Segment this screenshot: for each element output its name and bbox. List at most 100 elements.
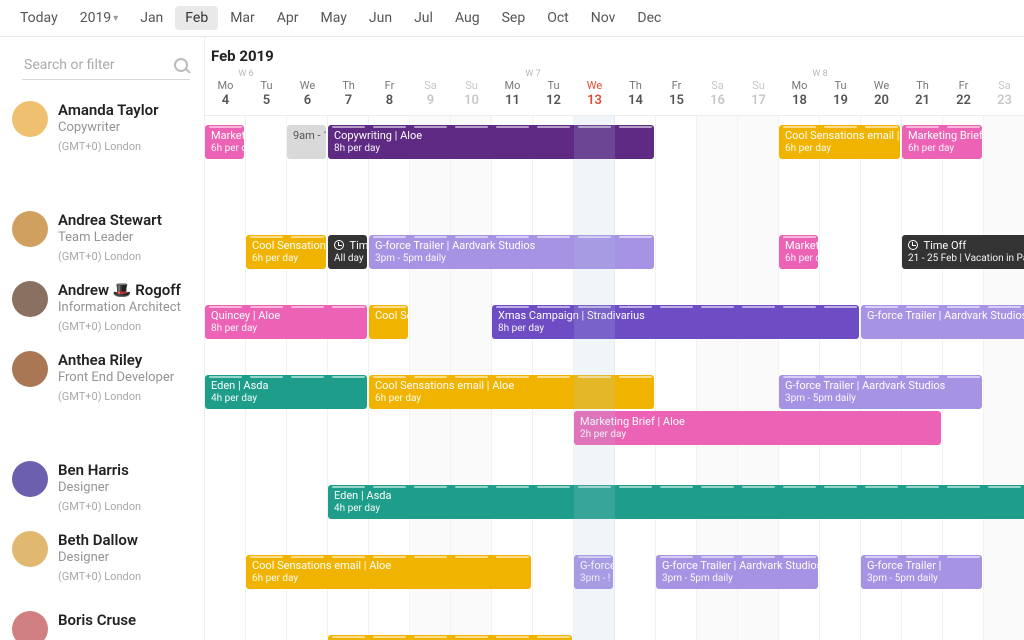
day-header[interactable]: Fr15 bbox=[656, 79, 697, 108]
people-list: Amanda TaylorCopywriter(GMT+0) LondonAnd… bbox=[0, 91, 204, 640]
day-header[interactable]: Sa9 bbox=[410, 79, 451, 108]
task-bar[interactable]: Cool Sensations email | A6h per day bbox=[779, 125, 900, 159]
clock-icon bbox=[334, 240, 344, 250]
task-bar[interactable]: Xmas Campaign | Stradivarius8h per day bbox=[492, 305, 859, 339]
task-bar[interactable]: Marketing Brief6h per day bbox=[779, 235, 818, 269]
task-bar[interactable]: Time Off21 - 25 Feb | Vacation in Paris bbox=[902, 235, 1024, 269]
task-title: Time Off bbox=[908, 239, 1024, 252]
avatar bbox=[12, 611, 48, 640]
task-title: Marketing Brief bbox=[211, 129, 238, 142]
person-role: Front End Developer bbox=[58, 370, 174, 385]
person-timezone: (GMT+0) London bbox=[58, 390, 174, 403]
day-header[interactable]: Mo11 bbox=[492, 79, 533, 108]
person-role: Team Leader bbox=[58, 230, 162, 245]
month-tab-aug[interactable]: Aug bbox=[445, 6, 490, 30]
person-row[interactable]: Andrew 🎩 RogoffInformation Architect(GMT… bbox=[0, 271, 204, 341]
day-header[interactable]: Tu19 bbox=[820, 79, 861, 108]
day-header[interactable]: Su10 bbox=[451, 79, 492, 108]
person-role: Information Architect bbox=[58, 300, 181, 315]
task-subtitle: 2h per day bbox=[580, 428, 935, 441]
month-tab-jul[interactable]: Jul bbox=[404, 6, 443, 30]
task-subtitle: 3pm - 5pm daily bbox=[662, 572, 812, 585]
week-number: W 6 bbox=[205, 69, 287, 79]
task-bar[interactable]: TimeAll day bbox=[328, 235, 367, 269]
person-name: Anthea Riley bbox=[58, 351, 174, 369]
person-row[interactable]: Andrea StewartTeam Leader (GMT+0) London bbox=[0, 201, 204, 271]
task-bar[interactable]: Marketing Brief6h per day bbox=[205, 125, 244, 159]
task-subtitle: 8h per day bbox=[498, 322, 853, 335]
search-input[interactable]: Search or filter bbox=[22, 51, 190, 80]
day-header[interactable]: Su17 bbox=[738, 79, 779, 108]
month-tab-sep[interactable]: Sep bbox=[492, 6, 536, 30]
person-row[interactable]: Anthea RileyFront End Developer (GMT+0) L… bbox=[0, 341, 204, 451]
month-tab-apr[interactable]: Apr bbox=[267, 6, 309, 30]
month-tab-oct[interactable]: Oct bbox=[537, 6, 579, 30]
day-header[interactable]: Tu5 bbox=[246, 79, 287, 108]
person-row[interactable]: Beth DallowDesigner(GMT+0) London bbox=[0, 521, 204, 601]
task-bar[interactable]: Eden | Asda4h per day bbox=[205, 375, 367, 409]
month-tab-may[interactable]: May bbox=[311, 6, 357, 30]
day-header[interactable]: Mo18 bbox=[779, 79, 820, 108]
avatar bbox=[12, 101, 48, 137]
person-row[interactable]: Boris Cruse bbox=[0, 601, 204, 640]
task-bar[interactable]: Marketing Brief6h per day bbox=[902, 125, 982, 159]
task-bar[interactable]: G-force Trailer |3pm - 5pm daily bbox=[861, 555, 982, 589]
month-tab-dec[interactable]: Dec bbox=[627, 6, 671, 30]
task-title: Time bbox=[334, 239, 361, 252]
day-header[interactable]: Th7 bbox=[328, 79, 369, 108]
task-bar[interactable]: Eden | Asda4h per day bbox=[328, 485, 1024, 519]
person-name: Boris Cruse bbox=[58, 611, 136, 629]
day-header[interactable]: We13 bbox=[574, 79, 615, 108]
task-subtitle: 6h per day bbox=[785, 252, 812, 265]
task-subtitle: 4h per day bbox=[211, 392, 361, 405]
person-name: Beth Dallow bbox=[58, 531, 141, 549]
month-tab-mar[interactable]: Mar bbox=[220, 6, 265, 30]
task-title: Marketing Brief | Aloe bbox=[580, 415, 935, 428]
task-bar[interactable]: G-force Trailer | Aardvark Studios3pm - … bbox=[656, 555, 818, 589]
task-title: Marketing Brief bbox=[785, 239, 812, 252]
today-button[interactable]: Today bbox=[10, 6, 68, 30]
month-tab-jun[interactable]: Jun bbox=[359, 6, 402, 30]
task-title: Marketing Brief bbox=[908, 129, 976, 142]
month-title: Feb 2019 bbox=[205, 37, 1024, 69]
person-timezone: (GMT+0) London bbox=[58, 250, 162, 263]
day-header[interactable]: Sa16 bbox=[697, 79, 738, 108]
task-title: Cool Sensations email | A bbox=[785, 129, 894, 142]
avatar bbox=[12, 211, 48, 247]
task-title: Cool Se bbox=[375, 309, 402, 322]
task-bar[interactable]: Cool Sensations6h per day bbox=[246, 235, 326, 269]
task-bar[interactable]: Cool Sensations email | Aloe6h per day bbox=[246, 555, 531, 589]
day-header[interactable]: We6 bbox=[287, 79, 328, 108]
task-bar[interactable]: G-force Trailer | Aardvark Studios3pm - … bbox=[779, 375, 982, 409]
task-bar[interactable]: Quincey | Aloe8h per day bbox=[205, 305, 367, 339]
task-bar[interactable]: Cool Se bbox=[369, 305, 408, 339]
task-bar[interactable]: Cool Sensations email | Aloe bbox=[328, 635, 572, 640]
person-name: Ben Harris bbox=[58, 461, 141, 479]
task-title: Quincey | Aloe bbox=[211, 309, 361, 322]
person-row[interactable]: Amanda TaylorCopywriter(GMT+0) London bbox=[0, 91, 204, 201]
month-tab-feb[interactable]: Feb bbox=[175, 6, 218, 30]
month-tab-jan[interactable]: Jan bbox=[130, 6, 173, 30]
day-header[interactable]: We20 bbox=[861, 79, 902, 108]
person-name: Amanda Taylor bbox=[58, 101, 159, 119]
task-title: Cool Sensations bbox=[252, 239, 320, 252]
task-title: G-force Trailer | Aardvark Studios bbox=[662, 559, 812, 572]
today-highlight bbox=[574, 37, 615, 640]
day-header[interactable]: Sa23 bbox=[984, 79, 1024, 108]
day-header[interactable]: Th21 bbox=[902, 79, 943, 108]
day-header[interactable]: Fr22 bbox=[943, 79, 984, 108]
day-header[interactable]: Fr8 bbox=[369, 79, 410, 108]
month-tab-nov[interactable]: Nov bbox=[581, 6, 626, 30]
person-name: Andrea Stewart bbox=[58, 211, 162, 229]
day-header[interactable]: Mo4 bbox=[205, 79, 246, 108]
task-title: Xmas Campaign | Stradivarius bbox=[498, 309, 853, 322]
day-header[interactable]: Tu12 bbox=[533, 79, 574, 108]
task-subtitle: 6h per day bbox=[252, 572, 525, 585]
day-header[interactable]: Th14 bbox=[615, 79, 656, 108]
task-bar[interactable]: 9am - 1 bbox=[287, 125, 326, 159]
task-bar[interactable]: G-force Trailer | Aardvark Studios bbox=[861, 305, 1024, 339]
task-bar[interactable]: Marketing Brief | Aloe2h per day bbox=[574, 411, 941, 445]
person-row[interactable]: Ben HarrisDesigner(GMT+0) London bbox=[0, 451, 204, 521]
week-number: W 7 bbox=[492, 69, 574, 79]
year-selector[interactable]: 2019 ▾ bbox=[70, 6, 129, 30]
